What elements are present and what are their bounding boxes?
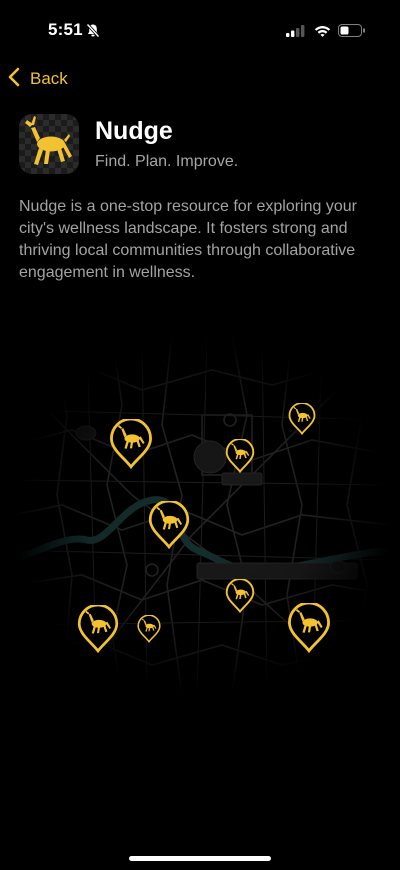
status-bar: 5:51 xyxy=(0,0,400,60)
bell-slash-icon xyxy=(86,23,100,43)
battery-icon xyxy=(338,24,366,42)
home-indicator[interactable] xyxy=(129,856,271,861)
city-map-illustration xyxy=(8,334,396,696)
wifi-icon xyxy=(314,24,331,42)
goat-icon xyxy=(25,116,72,165)
app-name: Nudge xyxy=(95,117,173,145)
cellular-signal-icon xyxy=(286,24,306,42)
back-label: Back xyxy=(30,69,68,88)
app-description: Nudge is a one-stop resource for explori… xyxy=(19,198,357,281)
status-time: 5:51 xyxy=(48,20,83,39)
app-icon xyxy=(19,114,79,174)
chevron-left-icon xyxy=(8,67,30,92)
back-button[interactable]: Back xyxy=(8,64,68,94)
app-tagline: Find. Plan. Improve. xyxy=(95,153,239,170)
